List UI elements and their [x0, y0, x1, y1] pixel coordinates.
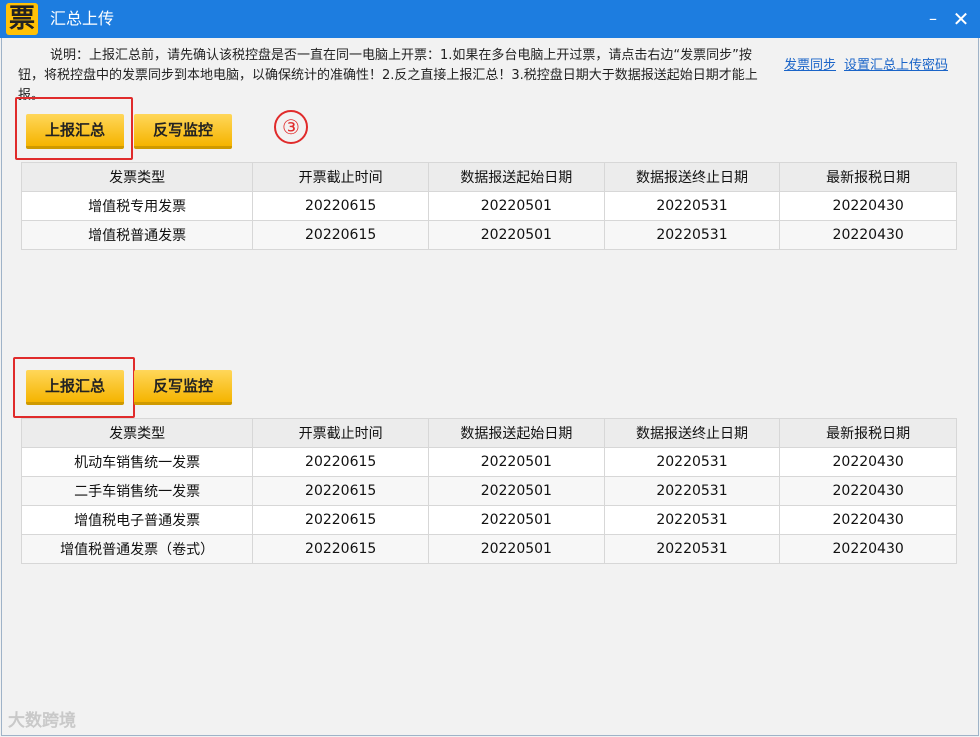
cell: 20220501 — [428, 505, 605, 535]
column-header: 最新报税日期 — [779, 162, 957, 192]
column-header: 数据报送终止日期 — [603, 418, 781, 448]
cell: 20220615 — [252, 220, 429, 250]
cell: 20220531 — [603, 447, 781, 477]
cell: 20220501 — [427, 191, 605, 221]
table-row[interactable]: 二手车销售统一发票 20220615 20220501 20220531 202… — [20, 476, 957, 506]
notice-text: 说明：上报汇总前，请先确认该税控盘是否一直在同一电脑上开票：1.如果在多台电脑上… — [18, 48, 758, 100]
cell: 20220430 — [779, 476, 957, 506]
column-header: 数据报送起始日期 — [427, 162, 605, 192]
column-header: 开票截止时间 — [252, 162, 429, 192]
title-bar: 票 汇总上传 – ✕ — [0, 0, 980, 38]
invoice-type-cell: 增值税普通发票（卷式） — [20, 534, 254, 564]
table-row[interactable]: 增值税普通发票（卷式） 20220615 20220501 20220531 2… — [20, 534, 957, 564]
table-row[interactable]: 增值税普通发票 20220615 20220501 20220531 20220… — [20, 220, 957, 250]
close-button[interactable]: ✕ — [946, 0, 976, 38]
invoice-sync-link[interactable]: 发票同步 — [784, 54, 836, 73]
invoice-type-cell: 增值税电子普通发票 — [20, 505, 254, 535]
invoice-type-cell: 增值税普通发票 — [20, 220, 254, 250]
cell: 20220430 — [779, 534, 957, 564]
minimize-button[interactable]: – — [918, 0, 948, 38]
invoice-type-cell: 增值税专用发票 — [20, 191, 254, 221]
cell: 20220531 — [603, 220, 781, 250]
cell: 20220501 — [428, 476, 605, 506]
cell: 20220615 — [252, 534, 429, 564]
report-summary-button[interactable]: 上报汇总 — [26, 114, 124, 149]
cell: 20220531 — [603, 191, 781, 221]
cell: 20220501 — [428, 534, 605, 564]
invoice-table-1: 发票类型 开票截止时间 数据报送起始日期 数据报送终止日期 最新报税日期 增值税… — [20, 162, 957, 250]
column-header: 数据报送起始日期 — [428, 418, 605, 448]
column-header: 发票类型 — [20, 418, 254, 448]
cell: 20220430 — [779, 447, 957, 477]
app-logo-icon: 票 — [6, 3, 38, 35]
window-title: 汇总上传 — [50, 9, 115, 28]
column-header: 发票类型 — [20, 162, 254, 192]
cell: 20220531 — [603, 534, 781, 564]
table-row[interactable]: 机动车销售统一发票 20220615 20220501 20220531 202… — [20, 447, 957, 477]
table-row[interactable]: 增值税专用发票 20220615 20220501 20220531 20220… — [20, 191, 957, 221]
cell: 20220531 — [603, 476, 781, 506]
report-summary-button-2[interactable]: 上报汇总 — [26, 370, 124, 405]
cell: 20220430 — [779, 505, 957, 535]
table-header-row: 发票类型 开票截止时间 数据报送起始日期 数据报送终止日期 最新报税日期 — [20, 418, 957, 448]
writeback-monitor-button[interactable]: 反写监控 — [134, 114, 232, 149]
cell: 20220430 — [779, 220, 957, 250]
set-upload-password-link[interactable]: 设置汇总上传密码 — [844, 54, 948, 73]
writeback-monitor-button-2[interactable]: 反写监控 — [134, 370, 232, 405]
watermark: 大数跨境 — [8, 711, 76, 731]
table-header-row: 发票类型 开票截止时间 数据报送起始日期 数据报送终止日期 最新报税日期 — [20, 162, 957, 192]
column-header: 开票截止时间 — [252, 418, 429, 448]
invoice-type-cell: 二手车销售统一发票 — [20, 476, 254, 506]
column-header: 最新报税日期 — [779, 418, 957, 448]
cell: 20220430 — [779, 191, 957, 221]
cell: 20220531 — [603, 505, 781, 535]
invoice-table-2: 发票类型 开票截止时间 数据报送起始日期 数据报送终止日期 最新报税日期 机动车… — [20, 418, 957, 564]
cell: 20220501 — [428, 447, 605, 477]
step-number-badge: ③ — [274, 110, 308, 144]
invoice-type-cell: 机动车销售统一发票 — [20, 447, 254, 477]
cell: 20220615 — [252, 191, 429, 221]
cell: 20220501 — [427, 220, 605, 250]
cell: 20220615 — [252, 505, 429, 535]
cell: 20220615 — [252, 476, 429, 506]
column-header: 数据报送终止日期 — [603, 162, 781, 192]
table-row[interactable]: 增值税电子普通发票 20220615 20220501 20220531 202… — [20, 505, 957, 535]
cell: 20220615 — [252, 447, 429, 477]
